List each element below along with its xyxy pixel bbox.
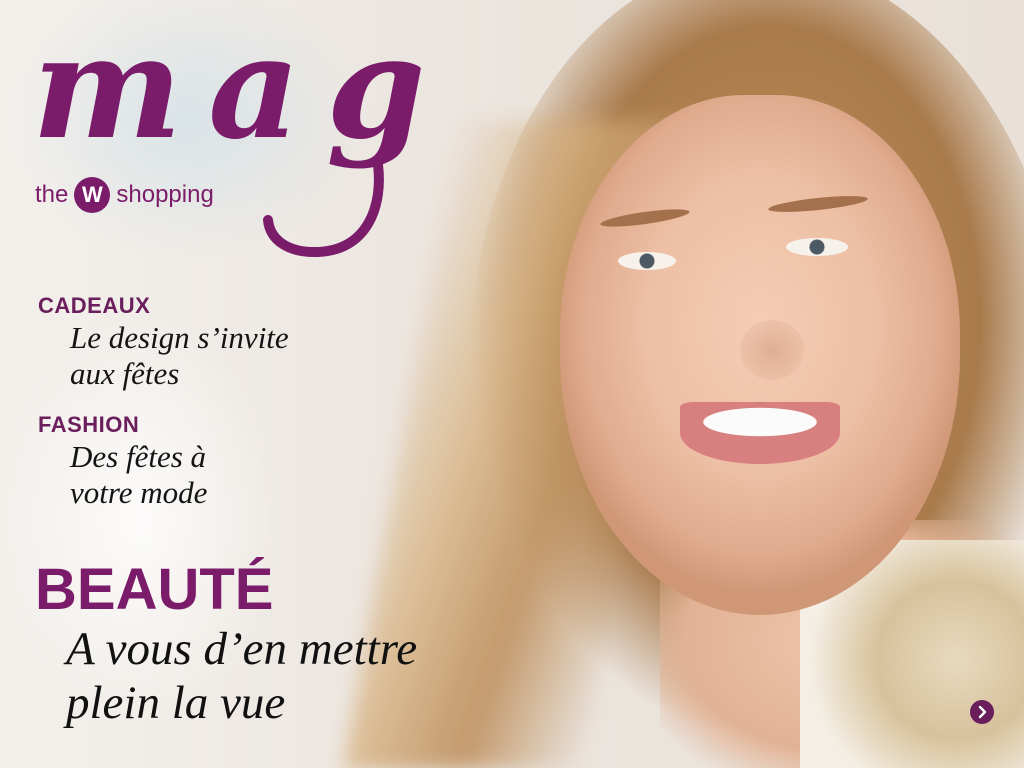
smile bbox=[680, 402, 840, 464]
cadeaux-headline-line-1: Le design s’invite bbox=[70, 320, 289, 355]
beaute-headline-line-1: A vous d’en mettre bbox=[66, 623, 418, 675]
chevron-right-icon bbox=[978, 705, 987, 719]
fashion-headline-line-1: Des fêtes à bbox=[70, 439, 207, 474]
logo-g-tail bbox=[263, 160, 384, 258]
next-page-button[interactable] bbox=[970, 700, 994, 724]
fashion-headline[interactable]: Des fêtes à votre mode bbox=[70, 439, 370, 511]
cadeaux-kicker[interactable]: CADEAUX bbox=[38, 293, 150, 319]
cadeaux-headline[interactable]: Le design s’invite aux fêtes bbox=[70, 320, 370, 392]
left-eye bbox=[618, 252, 676, 270]
beaute-kicker[interactable]: BEAUTÉ bbox=[35, 556, 273, 623]
cadeaux-headline-line-2: aux fêtes bbox=[70, 356, 180, 391]
nose bbox=[740, 320, 804, 380]
right-eye bbox=[786, 238, 848, 256]
the-w-shopping-logo: the W shopping bbox=[35, 175, 214, 215]
mag-logo: mag bbox=[32, 5, 452, 171]
fashion-headline-line-2: votre mode bbox=[70, 475, 208, 510]
beaute-headline[interactable]: A vous d’en mettre plein la vue bbox=[66, 622, 526, 730]
beaute-headline-line-2: plein la vue bbox=[66, 677, 286, 729]
w-logo-icon: W bbox=[74, 177, 111, 213]
fashion-kicker[interactable]: FASHION bbox=[38, 412, 139, 438]
logo-suffix: shopping bbox=[116, 181, 214, 208]
logo-prefix: the bbox=[35, 181, 69, 208]
